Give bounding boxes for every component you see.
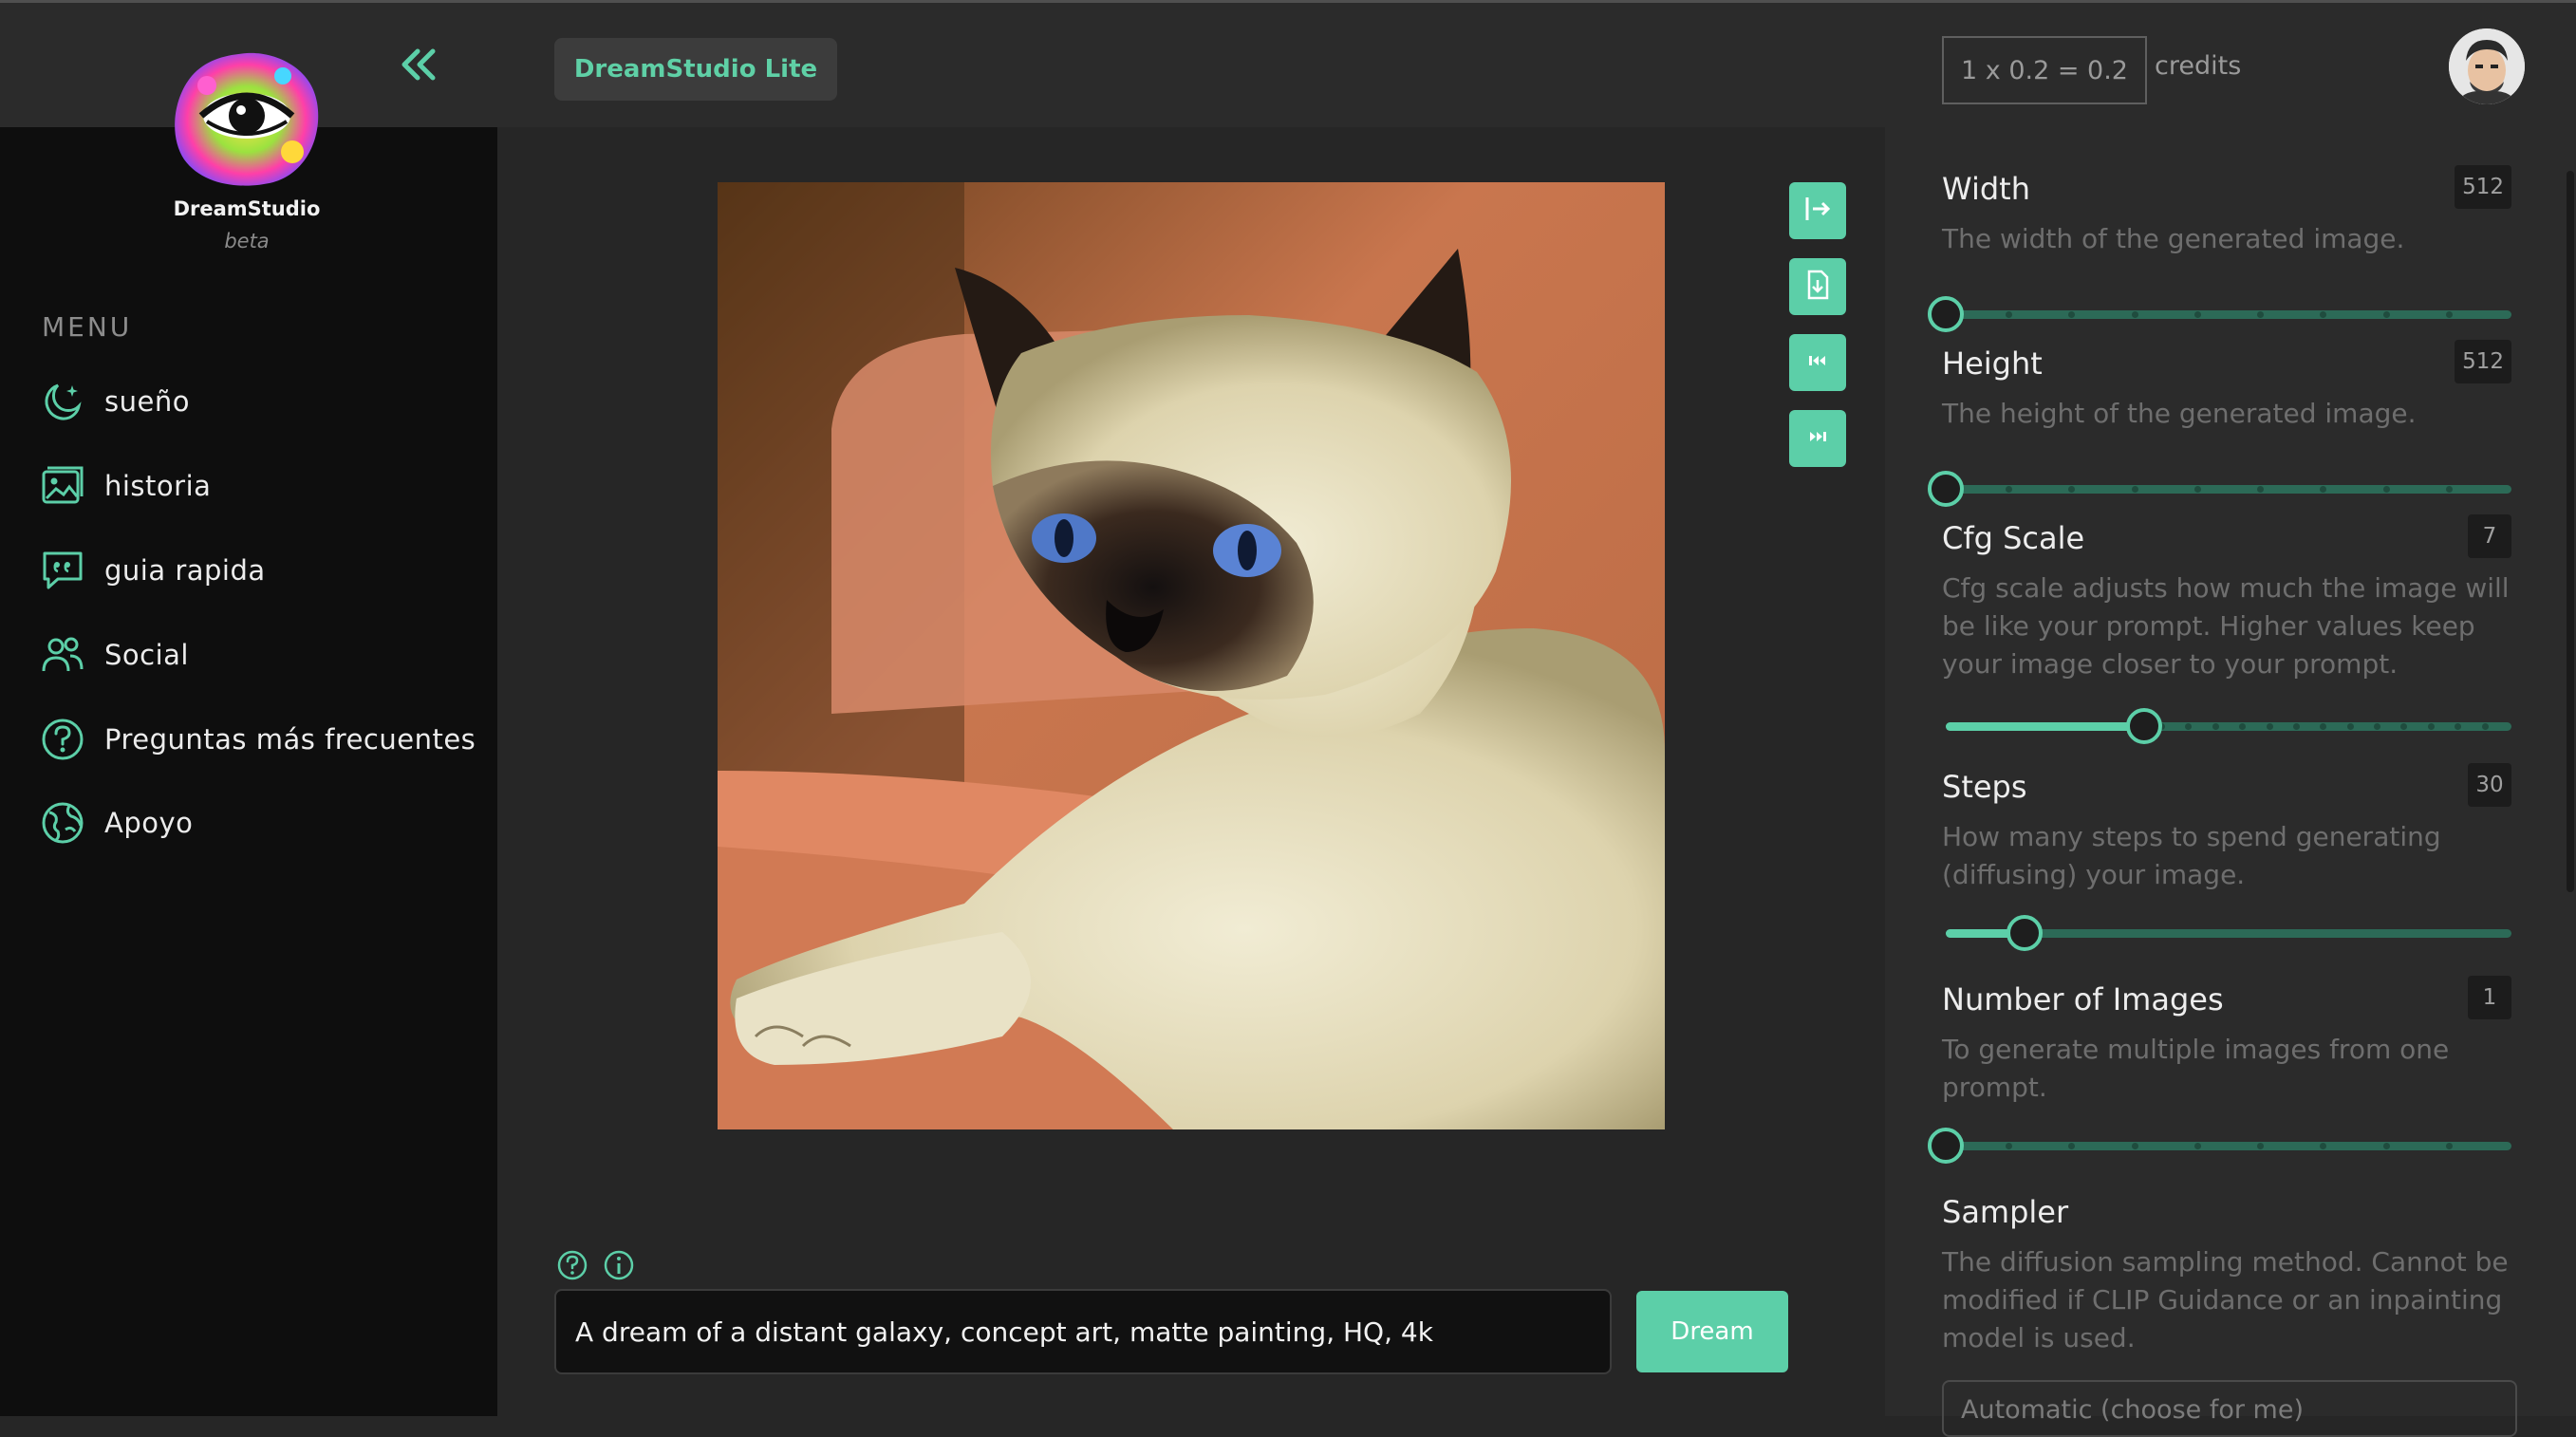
send-to-init-button[interactable] — [1789, 182, 1846, 239]
slider-tick — [2131, 1143, 2138, 1149]
moon-sparkle-icon — [38, 377, 87, 426]
cfg-scale-title: Cfg Scale — [1942, 520, 2085, 556]
slider-tick — [2193, 486, 2201, 493]
sidebar-item-label: guia rapida — [104, 554, 266, 587]
fast-forward-icon — [1803, 422, 1832, 455]
slider-track[interactable] — [1946, 485, 2511, 494]
brand-name: DreamStudio — [173, 197, 321, 220]
slider-thumb[interactable] — [2125, 708, 2162, 744]
width-slider[interactable] — [1928, 294, 2511, 332]
num-images-description: To generate multiple images from one pro… — [1942, 1034, 2450, 1103]
dream-button[interactable]: Dream — [1636, 1291, 1788, 1372]
previous-image-button[interactable] — [1789, 334, 1846, 391]
collapse-sidebar-icon[interactable] — [395, 40, 444, 89]
width-value[interactable]: 512 — [2455, 165, 2511, 209]
steps-slider[interactable] — [1942, 913, 2511, 951]
generated-image[interactable] — [718, 182, 1665, 1129]
num-images-value[interactable]: 1 — [2468, 976, 2511, 1019]
slider-tick — [2212, 723, 2219, 730]
num-images-title: Number of Images — [1942, 981, 2224, 1017]
slider-tick — [2427, 723, 2435, 730]
steps-description: How many steps to spend generating (diff… — [1942, 821, 2441, 890]
sidebar-item-faq[interactable]: Preguntas más frecuentes — [38, 710, 476, 769]
sidebar-item-label: Social — [104, 639, 189, 671]
slider-tick — [2266, 723, 2273, 730]
steps-title: Steps — [1942, 769, 2027, 805]
height-description: The height of the generated image. — [1942, 398, 2417, 429]
cfg-scale-value[interactable]: 7 — [2468, 514, 2511, 558]
sidebar-item-apoyo[interactable]: Apoyo — [38, 793, 193, 852]
sampler-selected-value: Automatic (choose for me) — [1961, 1395, 2304, 1425]
dreamstudio-logo[interactable] — [169, 47, 325, 188]
sampler-title: Sampler — [1942, 1194, 2069, 1230]
height-value[interactable]: 512 — [2455, 340, 2511, 383]
num-images-slider[interactable] — [1928, 1126, 2511, 1164]
sampler-description: The diffusion sampling method. Cannot be… — [1942, 1246, 2509, 1353]
sidebar-item-sueno[interactable]: sueño — [38, 372, 190, 431]
slider-track[interactable] — [1946, 1142, 2511, 1150]
slider-thumb[interactable] — [1928, 471, 1964, 507]
sidebar-item-label: historia — [104, 470, 212, 502]
slider-tick — [2193, 1143, 2201, 1149]
credits-label: credits — [2155, 51, 2242, 81]
slider-tick — [2445, 311, 2453, 318]
settings-scrollbar[interactable] — [2567, 171, 2574, 892]
image-gallery-icon — [38, 461, 87, 511]
quote-bubble-icon — [38, 546, 87, 595]
sidebar-item-historia[interactable]: historia — [38, 457, 211, 515]
slider-thumb[interactable] — [1928, 296, 1964, 332]
app-name-badge[interactable]: DreamStudio Lite — [554, 38, 837, 101]
sidebar-item-social[interactable]: Social — [38, 625, 189, 684]
sampler-select[interactable]: Automatic (choose for me) — [1942, 1380, 2517, 1437]
slider-tick — [2481, 723, 2489, 730]
brand-beta-tag: beta — [224, 230, 270, 252]
height-slider[interactable] — [1928, 469, 2511, 507]
slider-tick — [2445, 486, 2453, 493]
prompt-input[interactable] — [554, 1289, 1612, 1374]
height-title: Height — [1942, 345, 2043, 382]
info-icon[interactable] — [603, 1249, 635, 1281]
user-avatar[interactable] — [2449, 28, 2525, 104]
rewind-icon — [1803, 346, 1832, 379]
sidebar-item-label: Preguntas más frecuentes — [104, 723, 476, 756]
slider-tick — [2445, 1143, 2453, 1149]
slider-tick — [2382, 1143, 2390, 1149]
next-image-button[interactable] — [1789, 410, 1846, 467]
sidebar-item-label: sueño — [104, 385, 190, 418]
support-globe-icon — [38, 798, 87, 848]
download-button[interactable] — [1789, 258, 1846, 315]
width-description: The width of the generated image. — [1942, 223, 2405, 254]
slider-thumb[interactable] — [1928, 1128, 1964, 1164]
steps-value[interactable]: 30 — [2468, 763, 2511, 807]
sidebar-item-guia-rapida[interactable]: guia rapida — [38, 541, 266, 600]
slider-tick — [2131, 486, 2138, 493]
file-download-icon — [1801, 269, 1834, 305]
slider-tick — [2382, 486, 2390, 493]
settings-panel: Width 512 The width of the generated ima… — [1885, 127, 2576, 1416]
sidebar-item-label: Apoyo — [104, 807, 194, 839]
slider-track[interactable] — [1946, 310, 2511, 319]
question-circle-icon — [38, 715, 87, 764]
slider-tick — [2346, 723, 2354, 730]
menu-title: MENU — [42, 311, 133, 343]
slider-tick — [2382, 311, 2390, 318]
slider-tick — [2131, 311, 2138, 318]
cfg-scale-slider[interactable] — [1942, 706, 2511, 744]
slider-fill — [1946, 722, 2144, 731]
credits-cost: 1 x 0.2 = 0.2 — [1942, 36, 2147, 104]
slider-tick — [2292, 723, 2300, 730]
help-question-icon[interactable] — [556, 1249, 588, 1281]
slider-tick — [2193, 311, 2201, 318]
cfg-scale-description: Cfg scale adjusts how much the image wil… — [1942, 572, 2510, 680]
width-title: Width — [1942, 171, 2030, 207]
users-icon — [38, 630, 87, 680]
arrow-right-bar-icon — [1801, 193, 1834, 229]
slider-thumb[interactable] — [2007, 915, 2044, 951]
